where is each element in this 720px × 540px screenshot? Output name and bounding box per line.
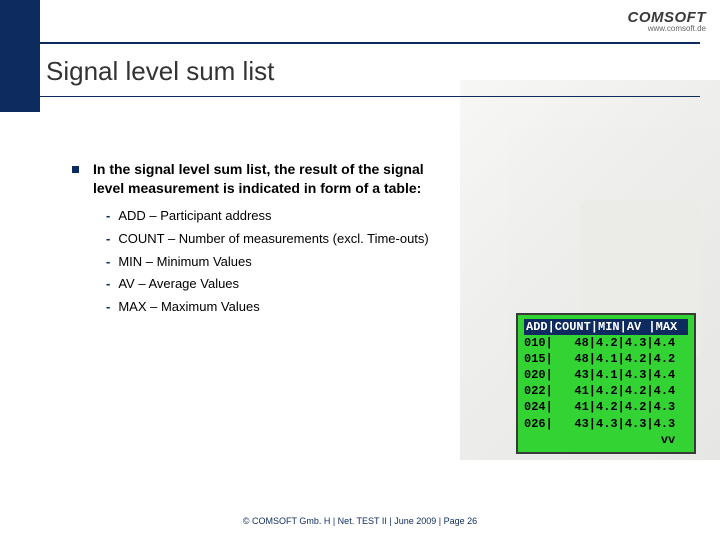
screen-row: vv <box>524 433 675 447</box>
list-item: - AV – Average Values <box>106 276 452 293</box>
screen-row: 020| 43|4.1|4.3|4.4 <box>524 368 675 382</box>
title-accent-block <box>0 42 40 112</box>
screen-header-row: ADD|COUNT|MIN|AV |MAX <box>524 319 688 335</box>
list-item-text: AV – Average Values <box>118 276 239 293</box>
list-item: - MAX – Maximum Values <box>106 299 452 316</box>
screen-row: 010| 48|4.2|4.3|4.4 <box>524 336 675 350</box>
header: COMSOFT www.comsoft.de <box>0 0 720 42</box>
list-item-text: ADD – Participant address <box>118 208 271 225</box>
list-item: - COUNT – Number of measurements (excl. … <box>106 231 452 248</box>
sub-list: - ADD – Participant address - COUNT – Nu… <box>106 208 452 316</box>
content-area: In the signal level sum list, the result… <box>72 160 452 322</box>
dash-icon: - <box>106 254 110 271</box>
dash-icon: - <box>106 231 110 248</box>
screen-row: 022| 41|4.2|4.2|4.4 <box>524 384 675 398</box>
footer-text: © COMSOFT Gmb. H | Net. TEST II | June 2… <box>0 516 720 526</box>
dash-icon: - <box>106 299 110 316</box>
list-item-text: COUNT – Number of measurements (excl. Ti… <box>118 231 428 248</box>
dash-icon: - <box>106 208 110 225</box>
intro-bullet: In the signal level sum list, the result… <box>72 160 452 198</box>
page-title: Signal level sum list <box>46 56 274 87</box>
list-item-text: MAX – Maximum Values <box>118 299 259 316</box>
screen-content: ADD|COUNT|MIN|AV |MAX 010| 48|4.2|4.3|4.… <box>518 315 694 453</box>
device-screen: ADD|COUNT|MIN|AV |MAX 010| 48|4.2|4.3|4.… <box>516 313 696 455</box>
intro-text: In the signal level sum list, the result… <box>93 160 452 198</box>
screen-row: 026| 43|4.3|4.3|4.3 <box>524 417 675 431</box>
header-white-area: COMSOFT www.comsoft.de <box>40 0 720 42</box>
list-item: - ADD – Participant address <box>106 208 452 225</box>
screen-row: 015| 48|4.1|4.2|4.2 <box>524 352 675 366</box>
logo: COMSOFT www.comsoft.de <box>628 9 707 33</box>
square-bullet-icon <box>72 166 79 173</box>
list-item: - MIN – Minimum Values <box>106 254 452 271</box>
screen-row: 024| 41|4.2|4.2|4.3 <box>524 400 675 414</box>
list-item-text: MIN – Minimum Values <box>118 254 251 271</box>
header-accent-block <box>0 0 40 42</box>
title-rule-bottom <box>40 96 700 97</box>
dash-icon: - <box>106 276 110 293</box>
title-rule-top <box>40 42 700 44</box>
